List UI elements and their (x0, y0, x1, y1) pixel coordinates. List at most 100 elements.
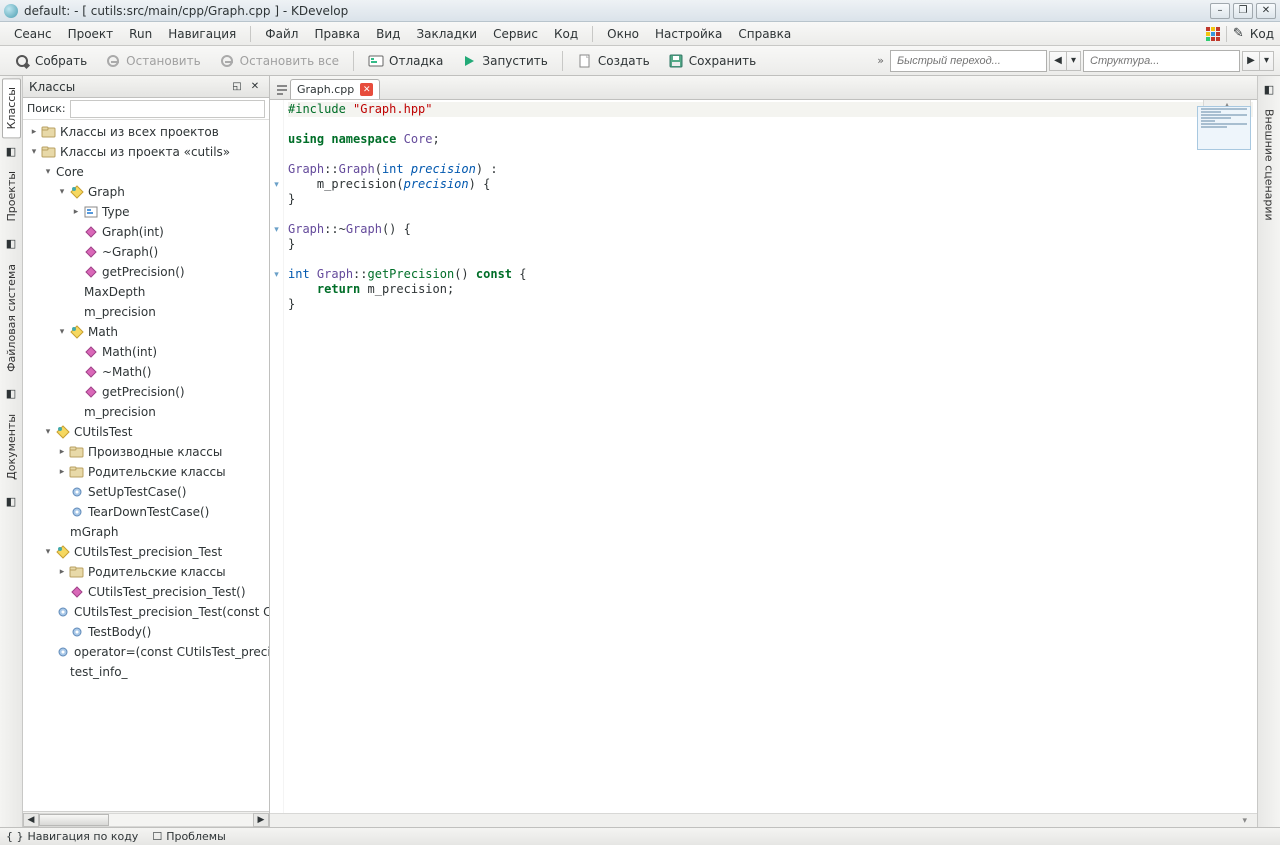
tree-row[interactable]: ▾Core (23, 162, 269, 182)
tree-row[interactable]: TearDownTestCase() (23, 502, 269, 522)
code-line[interactable]: m_precision(precision) { (288, 177, 1253, 192)
menu-bookmarks[interactable]: Закладки (408, 24, 485, 44)
menu-help[interactable]: Справка (730, 24, 799, 44)
tree-row[interactable]: Graph(int) (23, 222, 269, 242)
tree-row[interactable]: getPrecision() (23, 382, 269, 402)
tree-twisty[interactable]: ▸ (55, 447, 69, 457)
tree-twisty[interactable]: ▾ (55, 187, 69, 197)
code-line[interactable]: } (288, 192, 1253, 207)
debug-button[interactable]: Отладка (360, 50, 451, 72)
tree-row[interactable]: ~Math() (23, 362, 269, 382)
panel-detach-button[interactable]: ◱ (229, 80, 245, 94)
tree-row[interactable]: ▾Math (23, 322, 269, 342)
status-code-navigation[interactable]: { } Навигация по коду (6, 830, 138, 843)
code-line[interactable]: int Graph::getPrecision() const { (288, 267, 1253, 282)
hscroll-thumb[interactable] (39, 814, 109, 826)
status-problems[interactable]: ☐ Проблемы (152, 830, 225, 843)
panel-close-button[interactable]: ✕ (247, 80, 263, 94)
hscroll-track[interactable] (39, 813, 253, 827)
tree-row[interactable]: ▸Type (23, 202, 269, 222)
tree-row[interactable]: SetUpTestCase() (23, 482, 269, 502)
class-search-input[interactable] (70, 100, 265, 118)
close-window-button[interactable]: ✕ (1256, 3, 1276, 19)
fold-gutter[interactable]: ▾ ▾ ▾ (270, 100, 284, 813)
tree-row[interactable]: operator=(const CUtilsTest_precision_Tes… (23, 642, 269, 662)
panel-hscrollbar[interactable]: ◀ ▶ (23, 811, 269, 827)
tree-twisty[interactable]: ▸ (69, 207, 83, 217)
tree-twisty[interactable]: ▾ (41, 547, 55, 557)
editor-scroll-down[interactable]: ▾ (270, 813, 1257, 827)
tree-row[interactable]: m_precision (23, 302, 269, 322)
tree-row[interactable]: Math(int) (23, 342, 269, 362)
menu-settings[interactable]: Настройка (647, 24, 730, 44)
vtab-external-scripts[interactable]: Внешние сценарии (1260, 100, 1279, 230)
nav-forward-button[interactable]: ▶ (1242, 51, 1260, 71)
code-line[interactable] (288, 207, 1253, 222)
minimize-button[interactable]: – (1210, 3, 1230, 19)
menu-view[interactable]: Вид (368, 24, 408, 44)
code-line[interactable] (288, 147, 1253, 162)
hscroll-right-button[interactable]: ▶ (253, 813, 269, 827)
class-tree[interactable]: ▸Классы из всех проектов▾Классы из проек… (23, 120, 269, 811)
tree-row[interactable]: ▾CUtilsTest_precision_Test (23, 542, 269, 562)
code-line[interactable]: } (288, 297, 1253, 312)
vtab-filesystem[interactable]: Файловая система (2, 255, 21, 381)
tree-row[interactable]: ▾CUtilsTest (23, 422, 269, 442)
editor-tab[interactable]: Graph.cpp ✕ (290, 79, 380, 99)
tree-row[interactable]: ▸Родительские классы (23, 462, 269, 482)
tree-row[interactable]: m_precision (23, 402, 269, 422)
toolbar-overflow[interactable]: » (873, 54, 888, 67)
tree-row[interactable]: test_info_ (23, 662, 269, 682)
tree-row[interactable]: ~Graph() (23, 242, 269, 262)
color-grid-icon[interactable] (1206, 27, 1220, 41)
fold-marker[interactable]: ▾ (270, 177, 283, 192)
stop-button[interactable]: Остановить (97, 50, 209, 72)
hscroll-left-button[interactable]: ◀ (23, 813, 39, 827)
tree-row[interactable]: mGraph (23, 522, 269, 542)
tree-row[interactable]: CUtilsTest_precision_Test() (23, 582, 269, 602)
tree-twisty[interactable]: ▾ (27, 147, 41, 157)
tree-row[interactable]: ▸Производные классы (23, 442, 269, 462)
tree-row[interactable]: ▾Graph (23, 182, 269, 202)
tree-twisty[interactable]: ▾ (41, 167, 55, 177)
structure-input[interactable] (1083, 50, 1240, 72)
code-line[interactable]: #include "Graph.hpp" (288, 102, 1253, 117)
vtab-classes[interactable]: Классы (2, 78, 21, 138)
tab-list-icon[interactable] (274, 79, 290, 99)
tree-twisty[interactable]: ▸ (55, 567, 69, 577)
nav-dropdown-button[interactable]: ▾ (1067, 51, 1081, 71)
menu-file[interactable]: Файл (257, 24, 306, 44)
stop-all-button[interactable]: Остановить все (211, 50, 347, 72)
code-line[interactable]: return m_precision; (288, 282, 1253, 297)
tab-close-button[interactable]: ✕ (360, 83, 373, 96)
code-line[interactable]: Graph::~Graph() { (288, 222, 1253, 237)
vtab-projects[interactable]: Проекты (2, 162, 21, 231)
maximize-button[interactable]: ❐ (1233, 3, 1253, 19)
tree-row[interactable]: TestBody() (23, 622, 269, 642)
nav-forward-dropdown[interactable]: ▾ (1260, 51, 1274, 71)
tree-row[interactable]: ▸Классы из всех проектов (23, 122, 269, 142)
tree-row[interactable]: ▸Родительские классы (23, 562, 269, 582)
vtab-documents[interactable]: Документы (2, 405, 21, 489)
code-line[interactable] (288, 252, 1253, 267)
tree-twisty[interactable]: ▸ (27, 127, 41, 137)
fold-marker[interactable]: ▾ (270, 267, 283, 282)
code-line[interactable] (288, 117, 1253, 132)
pencil-icon[interactable]: ✎ (1233, 26, 1244, 41)
tree-twisty[interactable]: ▾ (41, 427, 55, 437)
menu-code[interactable]: Код (546, 24, 586, 44)
menu-navigation[interactable]: Навигация (160, 24, 244, 44)
tree-row[interactable]: getPrecision() (23, 262, 269, 282)
menu-code-right[interactable]: Код (1250, 27, 1274, 41)
menu-tools[interactable]: Сервис (485, 24, 546, 44)
tree-row[interactable]: CUtilsTest_precision_Test(const CUtilsTe… (23, 602, 269, 622)
fold-marker[interactable]: ▾ (270, 222, 283, 237)
tree-row[interactable]: ▾Классы из проекта «cutils» (23, 142, 269, 162)
minimap[interactable] (1197, 106, 1251, 150)
tree-twisty[interactable]: ▾ (55, 327, 69, 337)
create-button[interactable]: Создать (569, 50, 658, 72)
code-editor[interactable]: #include "Graph.hpp" using namespace Cor… (284, 100, 1257, 813)
save-button[interactable]: Сохранить (660, 50, 765, 72)
menu-edit[interactable]: Правка (306, 24, 368, 44)
code-line[interactable]: Graph::Graph(int precision) : (288, 162, 1253, 177)
